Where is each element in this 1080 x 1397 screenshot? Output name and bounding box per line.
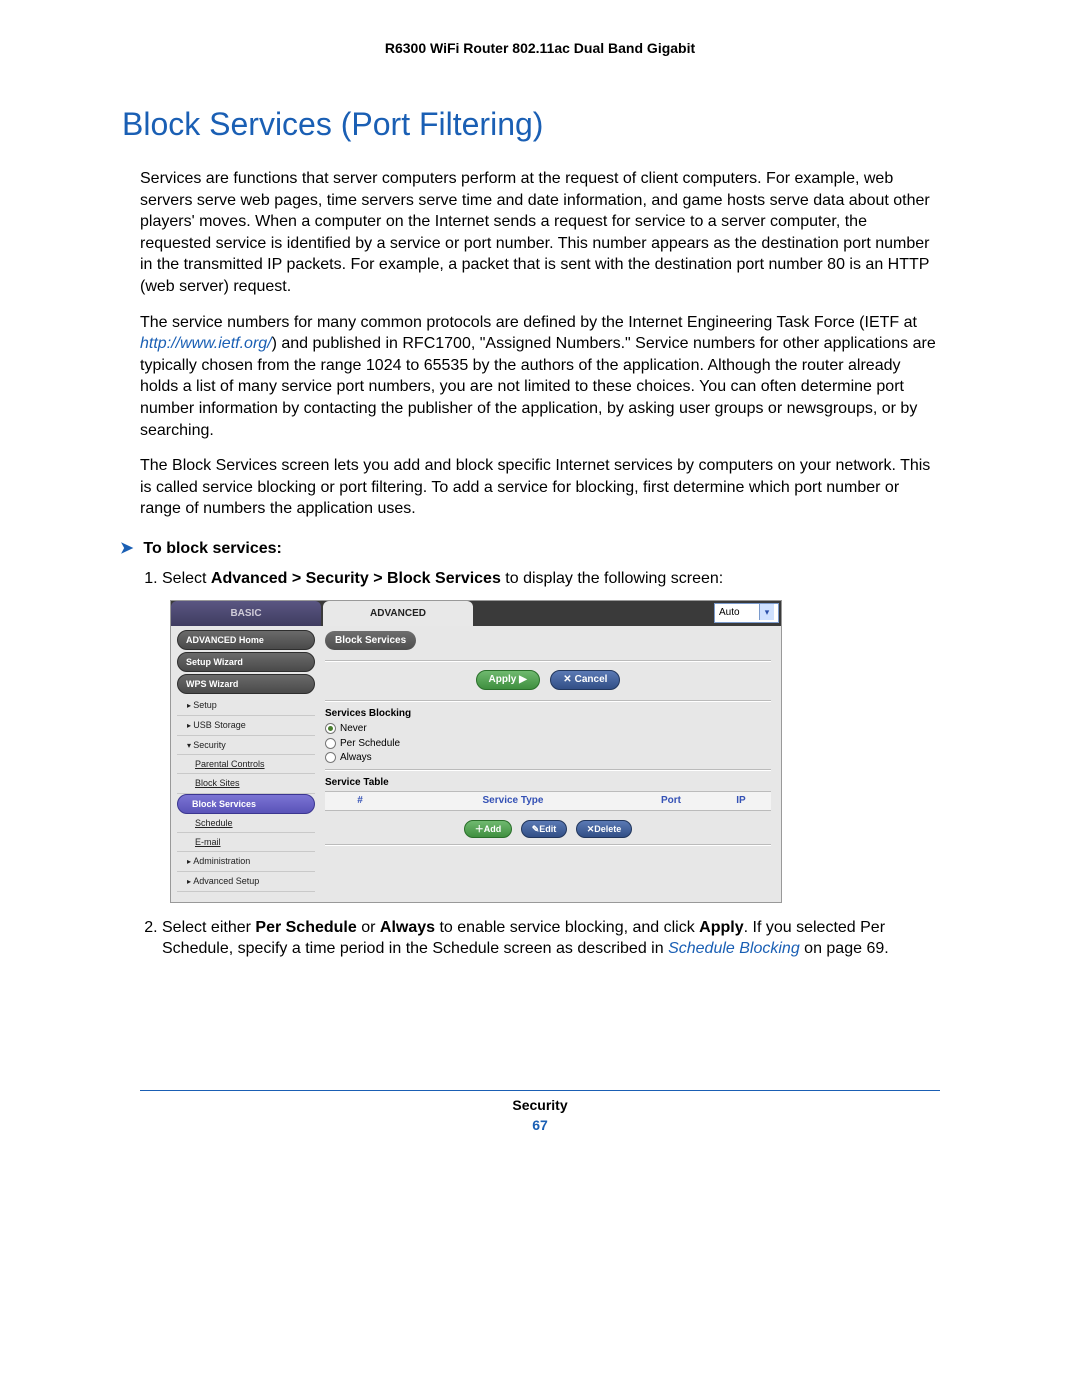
sidebar-item-setup-wizard[interactable]: Setup Wizard — [177, 652, 315, 672]
section-title: Block Services (Port Filtering) — [122, 106, 940, 143]
step2-text-c: to enable service blocking, and click — [435, 919, 699, 936]
chevron-right-icon: ➤ — [120, 540, 133, 557]
sidebar-item-security[interactable]: Security — [177, 736, 315, 756]
edit-label: Edit — [539, 824, 556, 834]
tab-advanced[interactable]: ADVANCED — [323, 601, 473, 626]
tab-basic[interactable]: BASIC — [171, 601, 321, 626]
panel-title: Block Services — [325, 631, 416, 651]
edit-button[interactable]: ✎Edit — [521, 820, 568, 838]
sidebar-item-usb-storage[interactable]: USB Storage — [177, 716, 315, 736]
sidebar-item-setup[interactable]: Setup — [177, 696, 315, 716]
step2-apply: Apply — [699, 919, 743, 936]
divider — [325, 660, 771, 661]
schedule-blocking-link[interactable]: Schedule Blocking — [668, 940, 800, 957]
step1-text-a: Select — [162, 570, 211, 587]
sidebar-sub-parental-controls[interactable]: Parental Controls — [177, 755, 315, 774]
procedure-heading: ➤ To block services: — [120, 538, 940, 558]
sidebar-sub-block-sites[interactable]: Block Sites — [177, 774, 315, 793]
sidebar-sub-schedule[interactable]: Schedule — [177, 814, 315, 833]
service-table-header: # Service Type Port IP — [325, 791, 771, 811]
sidebar-sub-block-services[interactable]: Block Services — [177, 794, 315, 814]
step2-text-a: Select either — [162, 919, 255, 936]
divider — [325, 769, 771, 770]
procedure-heading-text: To block services: — [143, 540, 281, 557]
plus-icon: ＋ — [475, 824, 484, 834]
cancel-button[interactable]: ✕ Cancel — [550, 670, 620, 690]
doc-header: R6300 WiFi Router 802.11ac Dual Band Gig… — [140, 40, 940, 56]
sidebar-item-advanced-home[interactable]: ADVANCED Home — [177, 630, 315, 650]
radio-per-schedule-label: Per Schedule — [340, 737, 400, 751]
ietf-link[interactable]: http://www.ietf.org/ — [140, 335, 272, 352]
radio-on-icon — [325, 723, 336, 734]
paragraph-2: The service numbers for many common prot… — [140, 312, 940, 442]
sidebar-item-administration[interactable]: Administration — [177, 852, 315, 872]
radio-never-label: Never — [340, 722, 367, 736]
apply-button[interactable]: Apply ▶ — [476, 670, 540, 690]
add-button[interactable]: ＋Add — [464, 820, 513, 838]
step2-text-e: on page 69. — [800, 940, 889, 957]
footer-section: Security — [140, 1097, 940, 1113]
col-number: # — [325, 794, 395, 808]
sidebar-item-wps-wizard[interactable]: WPS Wizard — [177, 674, 315, 694]
delete-label: Delete — [594, 824, 621, 834]
service-table-heading: Service Table — [325, 776, 771, 790]
divider — [325, 844, 771, 845]
step1-nav-path: Advanced > Security > Block Services — [211, 570, 501, 587]
step-1: Select Advanced > Security > Block Servi… — [162, 568, 940, 903]
sidebar: ADVANCED Home Setup Wizard WPS Wizard Se… — [171, 626, 321, 902]
step2-or: or — [357, 919, 380, 936]
radio-always[interactable]: Always — [325, 751, 771, 765]
sidebar-sub-email[interactable]: E-mail — [177, 833, 315, 852]
close-icon: ✕ — [563, 674, 571, 685]
divider — [325, 700, 771, 701]
top-tab-bar: BASIC ADVANCED Auto ▾ — [171, 601, 781, 626]
footer-rule — [140, 1090, 940, 1091]
cancel-label: Cancel — [575, 674, 608, 685]
main-panel: Block Services Apply ▶ ✕ Cancel Services … — [321, 626, 781, 902]
radio-never[interactable]: Never — [325, 722, 771, 736]
radio-always-label: Always — [340, 751, 372, 765]
col-ip: IP — [711, 794, 771, 808]
add-label: Add — [484, 824, 502, 834]
router-ui-screenshot: BASIC ADVANCED Auto ▾ ADVANCED Home Setu… — [170, 600, 782, 903]
paragraph-2a: The service numbers for many common prot… — [140, 314, 917, 331]
language-select[interactable]: Auto ▾ — [714, 603, 779, 623]
radio-off-icon — [325, 752, 336, 763]
sidebar-item-advanced-setup[interactable]: Advanced Setup — [177, 872, 315, 892]
step2-always: Always — [380, 919, 435, 936]
services-blocking-heading: Services Blocking — [325, 707, 771, 721]
paragraph-3: The Block Services screen lets you add a… — [140, 455, 940, 520]
radio-per-schedule[interactable]: Per Schedule — [325, 737, 771, 751]
step2-per-schedule: Per Schedule — [255, 919, 356, 936]
apply-label: Apply — [489, 674, 517, 685]
chevron-down-icon: ▾ — [759, 604, 774, 620]
language-value: Auto — [719, 604, 740, 622]
radio-off-icon — [325, 738, 336, 749]
step1-text-b: to display the following screen: — [501, 570, 723, 587]
col-service-type: Service Type — [395, 794, 631, 808]
col-port: Port — [631, 794, 711, 808]
footer-page-number: 67 — [140, 1117, 940, 1133]
delete-button[interactable]: ✕Delete — [576, 820, 633, 838]
step-2: Select either Per Schedule or Always to … — [162, 917, 940, 960]
paragraph-1: Services are functions that server compu… — [140, 168, 940, 298]
